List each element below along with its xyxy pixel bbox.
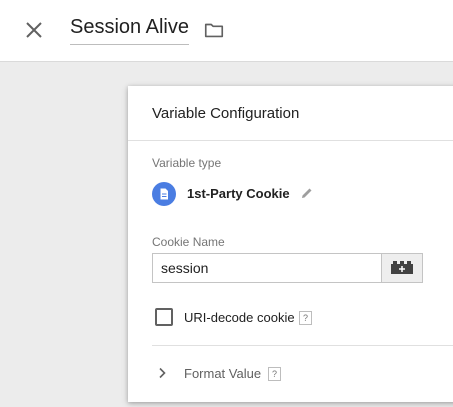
variable-configuration-card: Variable Configuration Variable type 1st… [128,86,453,402]
cookie-name-input[interactable] [152,253,382,283]
top-bar: Session Alive [0,0,453,62]
card-divider [128,140,453,141]
pencil-icon[interactable] [300,186,314,200]
card-title: Variable Configuration [152,105,300,122]
close-icon [26,22,42,38]
section-divider [152,345,453,346]
format-value-toggle[interactable]: Format Value [184,366,261,381]
document-icon [152,182,176,206]
variable-name-title[interactable]: Session Alive [70,16,189,45]
folder-button[interactable] [203,19,225,41]
variable-type-label: Variable type [152,156,222,170]
chevron-right-icon[interactable] [157,366,167,379]
folder-icon [204,23,224,38]
uri-decode-label[interactable]: URI-decode cookie [184,310,295,325]
close-button[interactable] [22,18,46,42]
uri-decode-help-icon[interactable]: ? [299,311,312,325]
variable-picker-button[interactable] [381,253,423,283]
format-value-help-icon[interactable]: ? [268,367,281,381]
uri-decode-checkbox[interactable] [155,308,173,326]
add-variable-icon [391,261,413,274]
variable-type-name[interactable]: 1st-Party Cookie [187,186,290,201]
cookie-name-label: Cookie Name [152,235,225,249]
